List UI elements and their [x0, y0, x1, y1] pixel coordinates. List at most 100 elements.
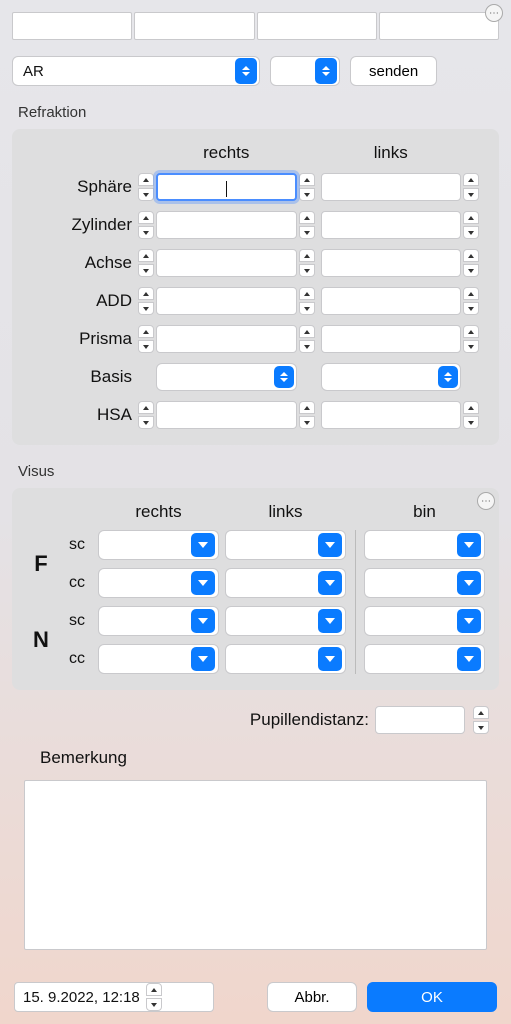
- cylinder-r-input[interactable]: [156, 211, 297, 239]
- visus-more-icon[interactable]: ⋯: [477, 492, 495, 510]
- hsa-r-stepper[interactable]: [299, 401, 315, 429]
- cancel-button[interactable]: Abbr.: [267, 982, 357, 1012]
- sphere-r-stepper[interactable]: [299, 173, 315, 201]
- F-sc-b[interactable]: [364, 530, 485, 560]
- visus-sc-1: sc: [62, 536, 92, 554]
- visus-F: F: [26, 551, 56, 577]
- more-icon[interactable]: ⋯: [485, 4, 503, 22]
- send-button[interactable]: senden: [350, 56, 437, 86]
- refraktion-panel: rechts links Sphäre Zylinder Achse ADD: [12, 129, 499, 445]
- top-cell-2[interactable]: [134, 12, 254, 40]
- pupil-stepper[interactable]: [473, 706, 489, 734]
- device-select[interactable]: AR: [12, 56, 260, 86]
- chevron-down-icon: [318, 533, 342, 557]
- refraktion-title: Refraktion: [18, 104, 499, 121]
- cylinder-l-input[interactable]: [321, 211, 462, 239]
- label-sphere: Sphäre: [26, 177, 136, 197]
- hsa-r-stepper-left[interactable]: [138, 401, 154, 429]
- cyl-r-stepper[interactable]: [299, 211, 315, 239]
- chevron-updown-icon: [315, 58, 337, 84]
- add-r-stepper-left[interactable]: [138, 287, 154, 315]
- chevron-down-icon: [457, 533, 481, 557]
- top-cell-1[interactable]: [12, 12, 132, 40]
- add-r-input[interactable]: [156, 287, 297, 315]
- sphere-r-input[interactable]: [156, 173, 297, 201]
- basis-r-select[interactable]: [156, 363, 297, 391]
- chevron-down-icon: [318, 609, 342, 633]
- axis-r-stepper-left[interactable]: [138, 249, 154, 277]
- chevron-down-icon: [318, 647, 342, 671]
- datetime-value: 15. 9.2022, 12:18: [23, 989, 140, 1006]
- F-cc-r[interactable]: [98, 568, 219, 598]
- hsa-r-input[interactable]: [156, 401, 297, 429]
- prisma-l-input[interactable]: [321, 325, 462, 353]
- chevron-updown-icon: [438, 366, 458, 388]
- visus-title: Visus: [18, 463, 499, 480]
- chevron-updown-icon: [235, 58, 257, 84]
- device-value: AR: [23, 63, 233, 80]
- chevron-down-icon: [457, 571, 481, 595]
- chevron-down-icon: [457, 647, 481, 671]
- axis-l-stepper[interactable]: [463, 249, 479, 277]
- F-sc-r[interactable]: [98, 530, 219, 560]
- cyl-r-stepper-left[interactable]: [138, 211, 154, 239]
- hsa-l-stepper[interactable]: [463, 401, 479, 429]
- label-hsa: HSA: [26, 405, 136, 425]
- N-sc-r[interactable]: [98, 606, 219, 636]
- prisma-r-input[interactable]: [156, 325, 297, 353]
- chevron-down-icon: [191, 533, 215, 557]
- add-l-input[interactable]: [321, 287, 462, 315]
- F-sc-l[interactable]: [225, 530, 346, 560]
- axis-r-stepper[interactable]: [299, 249, 315, 277]
- label-basis: Basis: [26, 367, 136, 387]
- visus-panel: ⋯ rechts links bin F sc cc N sc cc: [12, 488, 499, 690]
- top-cell-3[interactable]: [257, 12, 377, 40]
- label-cylinder: Zylinder: [26, 215, 136, 235]
- cyl-l-stepper[interactable]: [463, 211, 479, 239]
- visus-cc-1: cc: [62, 574, 92, 592]
- label-axis: Achse: [26, 253, 136, 273]
- chevron-down-icon: [457, 609, 481, 633]
- chevron-updown-icon: [274, 366, 294, 388]
- visus-col-rechts: rechts: [98, 502, 219, 522]
- visus-col-links: links: [225, 502, 346, 522]
- chevron-down-icon: [191, 571, 215, 595]
- prisma-r-stepper-left[interactable]: [138, 325, 154, 353]
- add-r-stepper[interactable]: [299, 287, 315, 315]
- N-sc-l[interactable]: [225, 606, 346, 636]
- hsa-l-input[interactable]: [321, 401, 462, 429]
- ok-button[interactable]: OK: [367, 982, 497, 1012]
- label-add: ADD: [26, 291, 136, 311]
- sphere-l-stepper[interactable]: [463, 173, 479, 201]
- top-cell-4[interactable]: [379, 12, 499, 40]
- pupil-input[interactable]: [375, 706, 465, 734]
- bemerkung-textarea[interactable]: [24, 780, 487, 950]
- datetime-stepper[interactable]: [146, 983, 162, 1011]
- N-sc-b[interactable]: [364, 606, 485, 636]
- axis-l-input[interactable]: [321, 249, 462, 277]
- add-l-stepper[interactable]: [463, 287, 479, 315]
- visus-separator: [355, 530, 356, 674]
- label-prisma: Prisma: [26, 329, 136, 349]
- prisma-l-stepper[interactable]: [463, 325, 479, 353]
- sphere-r-stepper-left[interactable]: [138, 173, 154, 201]
- N-cc-r[interactable]: [98, 644, 219, 674]
- visus-col-bin: bin: [364, 502, 485, 522]
- N-cc-l[interactable]: [225, 644, 346, 674]
- pupil-label: Pupillendistanz:: [250, 710, 369, 730]
- port-select[interactable]: [270, 56, 340, 86]
- F-cc-l[interactable]: [225, 568, 346, 598]
- basis-l-select[interactable]: [321, 363, 462, 391]
- bemerkung-label: Bemerkung: [40, 748, 499, 768]
- chevron-down-icon: [191, 647, 215, 671]
- F-cc-b[interactable]: [364, 568, 485, 598]
- chevron-down-icon: [191, 609, 215, 633]
- datetime-field[interactable]: 15. 9.2022, 12:18: [14, 982, 214, 1012]
- N-cc-b[interactable]: [364, 644, 485, 674]
- col-rechts: rechts: [156, 143, 297, 163]
- prisma-r-stepper[interactable]: [299, 325, 315, 353]
- sphere-l-input[interactable]: [321, 173, 462, 201]
- axis-r-input[interactable]: [156, 249, 297, 277]
- chevron-down-icon: [318, 571, 342, 595]
- visus-sc-2: sc: [62, 612, 92, 630]
